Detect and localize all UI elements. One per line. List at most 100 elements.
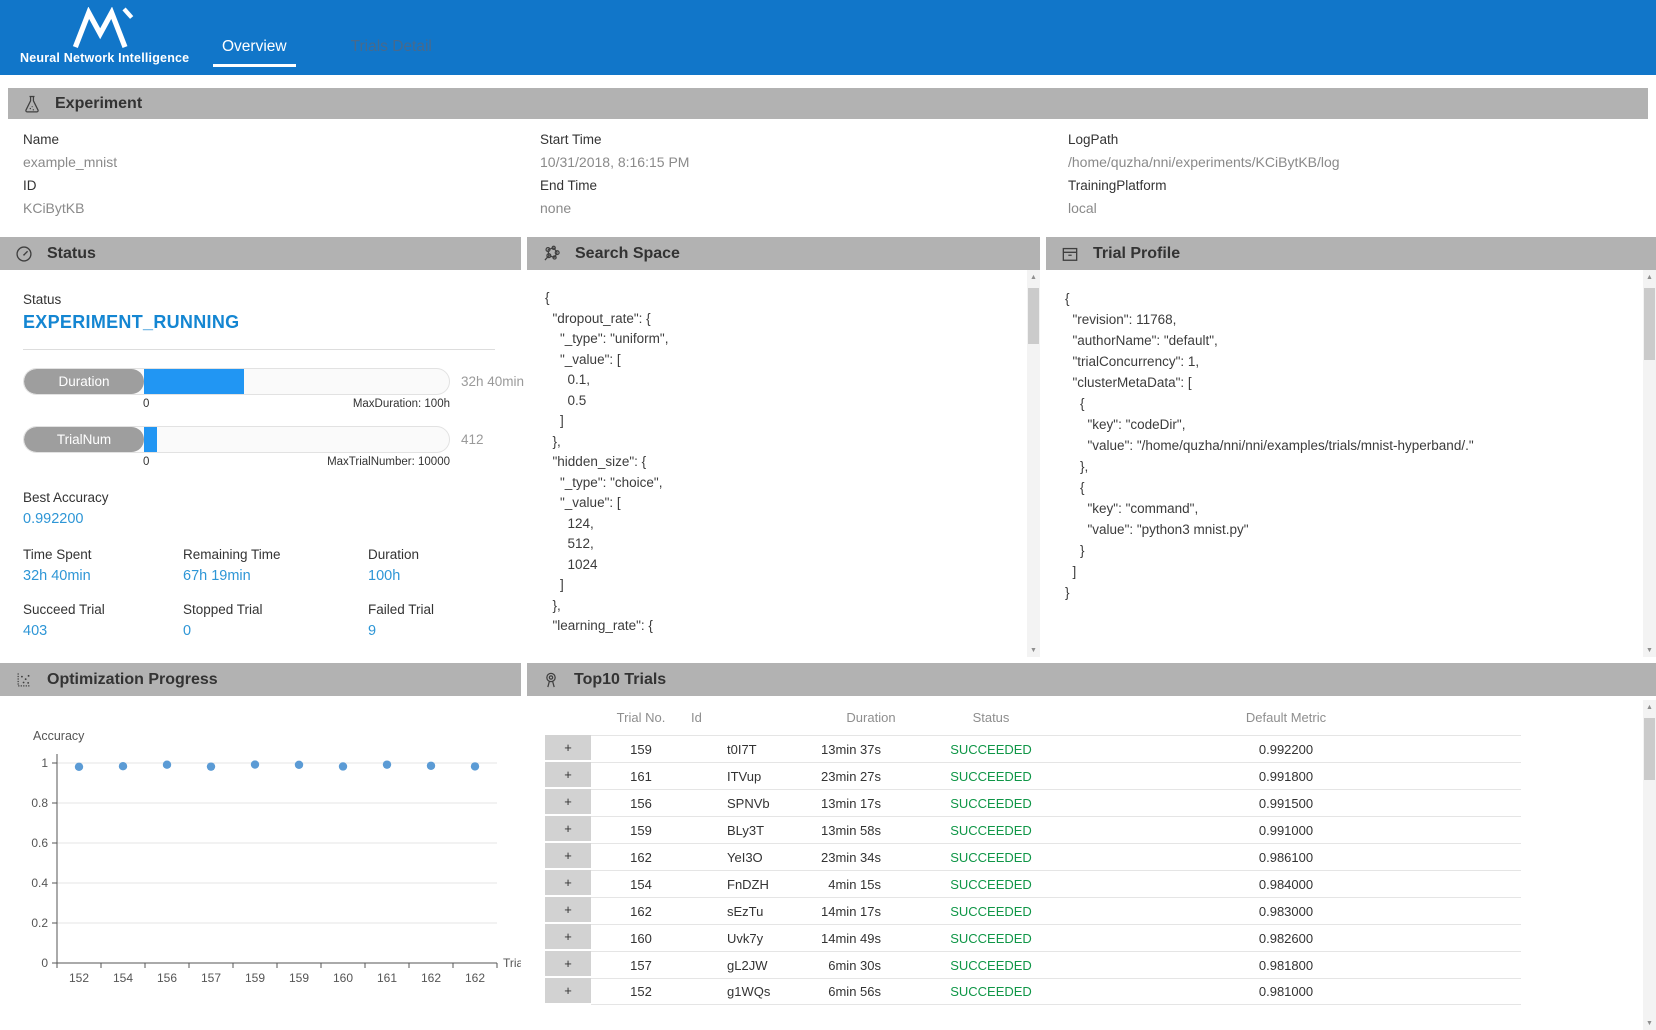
brand-text: Neural Network Intelligence <box>20 51 188 65</box>
stat-item: Succeed Trial403 <box>23 602 183 639</box>
experiment-fields-column: LogPath/home/quzha/nni/experiments/KCiBy… <box>1068 128 1340 220</box>
trial-id-cell: Uvk7y <box>691 924 811 951</box>
status-divider <box>23 349 495 350</box>
table-row: +152g1WQs6min 56sSUCCEEDED0.981000 <box>545 978 1521 1005</box>
nni-logo-icon <box>62 7 146 49</box>
expand-row-button[interactable]: + <box>545 951 591 978</box>
expand-row-button[interactable]: + <box>545 978 591 1005</box>
tab-overview[interactable]: Overview <box>213 38 296 67</box>
y-tick-label: 0.6 <box>31 836 48 850</box>
tab-trials-detail[interactable]: Trials Detail <box>342 38 441 67</box>
duration-cell: 4min 15s <box>811 870 931 897</box>
trial-id-cell: BLy3T <box>691 816 811 843</box>
status-badge: SUCCEEDED <box>931 789 1051 816</box>
default-metric-cell: 0.992200 <box>1051 735 1521 762</box>
scroll-down-arrow[interactable]: ▼ <box>1027 643 1040 657</box>
progress-fill <box>144 369 244 394</box>
table-row: +156SPNVb13min 17sSUCCEEDED0.991500 <box>545 789 1521 816</box>
scroll-down-arrow[interactable]: ▼ <box>1643 1016 1656 1030</box>
app-header: Neural Network Intelligence Overview Tria… <box>0 0 1656 75</box>
status-label: Status <box>23 292 495 307</box>
status-badge: SUCCEEDED <box>931 924 1051 951</box>
stat-item: Remaining Time67h 19min <box>183 547 368 584</box>
search-space-scrollbar[interactable]: ▲▼ <box>1027 270 1040 657</box>
scatter-point <box>427 762 435 770</box>
column-header-duration: Duration <box>811 706 931 735</box>
trial-no-cell: 154 <box>591 870 691 897</box>
nni-logo[interactable]: Neural Network Intelligence <box>20 7 188 65</box>
scatter-point <box>119 762 127 770</box>
status-badge: SUCCEEDED <box>931 870 1051 897</box>
experiment-section-header: Experiment <box>8 88 1648 119</box>
trial-id-cell: ITVup <box>691 762 811 789</box>
stat-item: Failed Trial9 <box>368 602 495 639</box>
gauge-icon <box>14 244 34 264</box>
progress-max: MaxDuration: 100h <box>353 398 450 410</box>
trial-id-cell: FnDZH <box>691 870 811 897</box>
y-tick-label: 1 <box>41 756 48 770</box>
progress-min: 0 <box>143 398 149 410</box>
scroll-down-arrow[interactable]: ▼ <box>1643 643 1656 657</box>
scatter-point <box>207 762 215 770</box>
column-header-trial-no-: Trial No. <box>591 706 691 735</box>
progress-scale: 0 MaxDuration: 100h <box>143 395 450 410</box>
x-tick-label: 159 <box>289 971 309 985</box>
stat-label: Failed Trial <box>368 602 495 617</box>
expand-row-button[interactable]: + <box>545 870 591 897</box>
expand-row-button[interactable]: + <box>545 735 591 762</box>
optimization-section-header: Optimization Progress <box>0 663 521 696</box>
progress-max: MaxTrialNumber: 10000 <box>327 456 450 468</box>
trial-profile-scrollbar[interactable]: ▲▼ <box>1643 270 1656 657</box>
stat-item: Time Spent32h 40min <box>23 547 183 584</box>
expand-row-button[interactable]: + <box>545 924 591 951</box>
default-metric-cell: 0.986100 <box>1051 843 1521 870</box>
expand-row-button[interactable]: + <box>545 897 591 924</box>
search-space-title: Search Space <box>575 245 680 263</box>
best-accuracy-value: 0.992200 <box>23 511 495 527</box>
nav-tabs: Overview Trials Detail <box>213 0 441 75</box>
trial-profile-json: { "revision": 11768, "authorName": "defa… <box>1065 288 1625 603</box>
table-row: +159BLy3T13min 58sSUCCEEDED0.991000 <box>545 816 1521 843</box>
table-row: +159t0I7T13min 37sSUCCEEDED0.992200 <box>545 735 1521 762</box>
top10-trials-table: Trial No.IdDurationStatusDefault Metric … <box>545 706 1521 1005</box>
table-row: +157gL2JW6min 30sSUCCEEDED0.981800 <box>545 951 1521 978</box>
y-tick-label: 0.2 <box>31 916 48 930</box>
scatter-point <box>75 763 83 771</box>
progress-label-pill: Duration <box>24 369 144 394</box>
x-tick-label: 159 <box>245 971 265 985</box>
expand-row-button[interactable]: + <box>545 762 591 789</box>
y-tick-label: 0.4 <box>31 876 48 890</box>
search-space-section-header: Search Space <box>527 237 1040 270</box>
default-metric-cell: 0.982600 <box>1051 924 1521 951</box>
scatter-point <box>163 761 171 769</box>
field-value: local <box>1068 197 1340 220</box>
scroll-thumb[interactable] <box>1644 288 1655 360</box>
top10-section-header: Top10 Trials <box>527 663 1656 696</box>
trial-profile-section-header: Trial Profile <box>1046 237 1656 270</box>
status-badge: SUCCEEDED <box>931 762 1051 789</box>
trial-no-cell: 156 <box>591 789 691 816</box>
top10-scrollbar[interactable]: ▲▼ <box>1643 700 1656 1030</box>
scatter-point <box>295 761 303 769</box>
status-badge: SUCCEEDED <box>931 843 1051 870</box>
status-badge: SUCCEEDED <box>931 978 1051 1005</box>
stat-item: Duration100h <box>368 547 495 584</box>
scroll-up-arrow[interactable]: ▲ <box>1643 270 1656 284</box>
field-label: LogPath <box>1068 128 1340 151</box>
top10-title: Top10 Trials <box>574 671 666 689</box>
scroll-thumb[interactable] <box>1028 288 1039 344</box>
progress-bar-row: Duration32h 40min <box>23 368 495 395</box>
field-value: KCiBytKB <box>23 197 117 220</box>
scroll-thumb[interactable] <box>1644 718 1655 780</box>
nni-dashboard: Neural Network Intelligence Overview Tria… <box>0 0 1656 1030</box>
x-tick-label: 161 <box>377 971 397 985</box>
expand-row-button[interactable]: + <box>545 789 591 816</box>
expand-row-button[interactable]: + <box>545 816 591 843</box>
scroll-up-arrow[interactable]: ▲ <box>1643 700 1656 714</box>
field-label: End Time <box>540 174 689 197</box>
scroll-up-arrow[interactable]: ▲ <box>1027 270 1040 284</box>
table-row: +161ITVup23min 27sSUCCEEDED0.991800 <box>545 762 1521 789</box>
field-label: Name <box>23 128 117 151</box>
field-label: ID <box>23 174 117 197</box>
expand-row-button[interactable]: + <box>545 843 591 870</box>
